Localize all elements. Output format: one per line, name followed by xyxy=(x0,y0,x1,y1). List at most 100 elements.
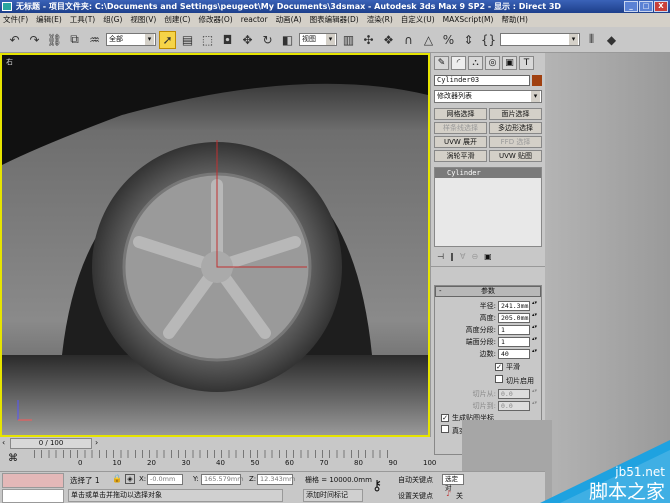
time-slider-track[interactable]: ‹ 0 / 100 › xyxy=(0,437,430,450)
percent-snap-icon[interactable]: % xyxy=(440,31,457,49)
time-prev-icon[interactable]: ‹ xyxy=(2,438,5,447)
time-next-icon[interactable]: › xyxy=(95,438,98,447)
modifier-list-dropdown[interactable]: 修改器列表 xyxy=(434,90,542,103)
smooth-checkbox[interactable]: ✓ 平滑 xyxy=(435,360,541,374)
maxscript-listener-pink[interactable] xyxy=(2,473,64,488)
height-segments-input[interactable]: 1 xyxy=(498,325,530,335)
maximize-button[interactable]: □ xyxy=(639,1,653,12)
radius-spinner[interactable]: ▴▾ xyxy=(532,301,537,311)
menu-group[interactable]: 组(G) xyxy=(103,13,122,27)
stack-item-cylinder[interactable]: Cylinder xyxy=(435,168,541,178)
sides-spinner[interactable]: ▴▾ xyxy=(532,349,537,359)
height-segments-spinner[interactable]: ▴▾ xyxy=(532,325,537,335)
maxscript-listener-white[interactable] xyxy=(2,489,64,503)
pivot-center-icon[interactable]: ▥ xyxy=(340,31,357,49)
ffd-select-button[interactable]: FFD 选择 xyxy=(489,136,542,148)
height-spinner[interactable]: ▴▾ xyxy=(532,313,537,323)
auto-key-button[interactable]: 自动关键点 xyxy=(398,475,433,485)
cap-segments-input[interactable]: 1 xyxy=(498,337,530,347)
snap-3d-icon[interactable]: ∩ xyxy=(400,31,417,49)
menu-animation[interactable]: 动画(A) xyxy=(276,13,302,27)
angle-snap-icon[interactable]: △ xyxy=(420,31,437,49)
mesh-select-button[interactable]: 网格选择 xyxy=(434,108,487,120)
scale-icon[interactable]: ◧ xyxy=(279,31,296,49)
hierarchy-tab-icon[interactable]: ⛬ xyxy=(468,56,483,70)
selection-filter-dropdown[interactable]: 全部 xyxy=(106,33,156,46)
x-coord-input[interactable]: -0.0mm xyxy=(147,474,183,485)
slice-from-spinner[interactable]: ▴▾ xyxy=(532,389,537,399)
uvw-map-button[interactable]: UVW 贴图 xyxy=(489,150,542,162)
make-unique-icon[interactable]: ∀ xyxy=(460,252,465,261)
show-end-result-icon[interactable]: ‖ xyxy=(450,252,454,261)
menu-views[interactable]: 视图(V) xyxy=(130,13,156,27)
reference-coord-dropdown[interactable]: 视图 xyxy=(299,33,337,46)
bind-space-warp-icon[interactable]: ♒ xyxy=(86,31,103,49)
menu-create[interactable]: 创建(C) xyxy=(164,13,190,27)
poly-select-button[interactable]: 多边形选择 xyxy=(489,122,542,134)
sides-input[interactable]: 40 xyxy=(498,349,530,359)
uvw-unwrap-button[interactable]: UVW 展开 xyxy=(434,136,487,148)
menu-graph-editors[interactable]: 图表编辑器(D) xyxy=(310,13,359,27)
manipulate-icon[interactable]: ✣ xyxy=(360,31,377,49)
link-icon[interactable]: ⛓ xyxy=(46,31,63,49)
parameters-rollout-header[interactable]: - 参数 xyxy=(435,286,541,297)
menu-reactor[interactable]: reactor xyxy=(241,13,268,27)
cap-segments-spinner[interactable]: ▴▾ xyxy=(532,337,537,347)
keyboard-shortcut-icon[interactable]: ❖ xyxy=(380,31,397,49)
menu-tools[interactable]: 工具(T) xyxy=(70,13,95,27)
time-slider-thumb[interactable]: 0 / 100 xyxy=(10,438,92,449)
select-by-name-icon[interactable]: ▤ xyxy=(179,31,196,49)
y-coord-input[interactable]: 165.579mm xyxy=(201,474,244,485)
slice-from-input[interactable]: 0.0 xyxy=(498,389,530,399)
select-object-icon[interactable]: ➚ xyxy=(159,30,176,49)
menu-customize[interactable]: 自定义(U) xyxy=(401,13,435,27)
slice-on-checkbox[interactable]: 切片启用 xyxy=(435,374,541,388)
rect-selection-icon[interactable]: ⬚ xyxy=(199,31,216,49)
turbosmooth-button[interactable]: 涡轮平滑 xyxy=(434,150,487,162)
menu-help[interactable]: 帮助(H) xyxy=(501,13,528,27)
menu-file[interactable]: 文件(F) xyxy=(3,13,28,27)
menu-rendering[interactable]: 渲染(R) xyxy=(367,13,393,27)
set-key-icon[interactable]: ⚷ xyxy=(372,478,382,494)
edit-named-selection-icon[interactable]: {} xyxy=(480,31,497,49)
pin-stack-icon[interactable]: ⊣ xyxy=(437,252,444,261)
radius-input[interactable]: 241.3mm xyxy=(498,301,530,311)
utilities-tab-icon[interactable]: T xyxy=(519,56,534,70)
height-input[interactable]: 205.0mm xyxy=(498,313,530,323)
display-tab-icon[interactable]: ▣ xyxy=(502,56,517,70)
viewport-right[interactable]: 右 xyxy=(0,53,430,437)
configure-sets-icon[interactable]: ▣ xyxy=(484,252,492,261)
window-crossing-icon[interactable]: ◘ xyxy=(219,31,236,49)
menu-modifiers[interactable]: 修改器(O) xyxy=(198,13,232,27)
key-mode-icon[interactable]: ♪ xyxy=(446,489,451,498)
move-icon[interactable]: ✥ xyxy=(239,31,256,49)
create-tab-icon[interactable]: ✎ xyxy=(434,56,449,70)
key-filter-dropdown[interactable]: 选定对 xyxy=(442,474,464,492)
rotate-icon[interactable]: ↻ xyxy=(259,31,276,49)
add-time-tag-button[interactable]: 添加时间标记 xyxy=(303,489,363,502)
patch-select-button[interactable]: 面片选择 xyxy=(489,108,542,120)
motion-tab-icon[interactable]: ◎ xyxy=(485,56,500,70)
track-bar-toggle-icon[interactable]: ⌘ xyxy=(8,453,18,464)
object-name-input[interactable]: Cylinder03 xyxy=(434,75,530,86)
minimize-button[interactable]: _ xyxy=(624,1,638,12)
timeline-ruler[interactable]: ⌘ 0 10 20 30 40 50 60 70 80 90 100 xyxy=(0,450,436,471)
mirror-icon[interactable]: ⫴ xyxy=(583,31,600,49)
slice-to-input[interactable]: 0.0 xyxy=(498,401,530,411)
remove-modifier-icon[interactable]: ⊖ xyxy=(471,252,478,261)
close-button[interactable]: X xyxy=(654,1,668,12)
spinner-snap-icon[interactable]: ⇕ xyxy=(460,31,477,49)
key-filters-label[interactable]: 关 xyxy=(456,491,463,501)
unlink-icon[interactable]: ⧉ xyxy=(66,31,83,49)
viewport-label[interactable]: 右 xyxy=(6,57,13,67)
menu-maxscript[interactable]: MAXScript(M) xyxy=(443,13,494,27)
undo-icon[interactable]: ↶ xyxy=(6,31,23,49)
slice-to-spinner[interactable]: ▴▾ xyxy=(532,401,537,411)
align-icon[interactable]: ◆ xyxy=(603,31,620,49)
lock-selection-icon[interactable]: 🔒 xyxy=(112,474,122,483)
object-color-swatch[interactable] xyxy=(532,75,542,86)
menu-edit[interactable]: 编辑(E) xyxy=(36,13,62,27)
named-selection-dropdown[interactable] xyxy=(500,33,580,46)
set-key-button[interactable]: 设置关键点 xyxy=(398,491,433,501)
absolute-mode-icon[interactable]: ◈ xyxy=(125,474,135,484)
